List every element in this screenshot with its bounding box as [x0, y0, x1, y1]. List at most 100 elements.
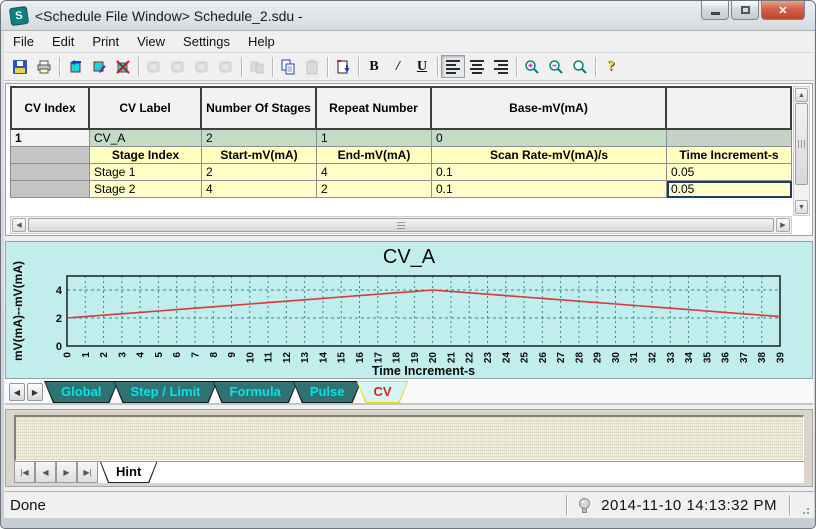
copy-button[interactable] [276, 55, 300, 78]
svg-text:4: 4 [56, 285, 63, 297]
minimize-button[interactable] [701, 1, 729, 20]
stage-header-index: Stage Index [90, 147, 202, 164]
cv-repeat-cell[interactable]: 1 [317, 130, 432, 147]
cv-label-cell[interactable]: CV_A [90, 130, 202, 147]
cv-line-chart: 0240123456789101112131415161718192021222… [6, 242, 812, 378]
align-right-button[interactable] [489, 55, 513, 78]
resize-grip[interactable] [797, 502, 811, 516]
underline-button[interactable]: U [410, 55, 434, 78]
scroll-down-button[interactable]: ▼ [795, 200, 808, 214]
stage-2-name-cell[interactable]: Stage 2 [90, 181, 202, 198]
disabled-icon-1-button [142, 55, 166, 78]
status-bar: Done 2014-11-10 14:13:32 PM [4, 491, 814, 518]
tab-scroll-left-button[interactable]: ◀ [9, 383, 25, 401]
menu-help[interactable]: Help [239, 31, 284, 53]
svg-text:24: 24 [501, 352, 512, 364]
app-window: S <Schedule File Window> Schedule_2.sdu … [0, 0, 816, 529]
svg-text:Time Increment-s: Time Increment-s [372, 364, 475, 378]
svg-text:7: 7 [190, 352, 201, 358]
stage-2-rate-cell[interactable]: 0.1 [432, 181, 667, 198]
insert-row-after-button[interactable] [87, 55, 111, 78]
hint-prev-button[interactable]: ◀ [35, 462, 56, 483]
grid-horizontal-scrollbar[interactable]: ◀ ▶ [10, 216, 792, 234]
stage-1-start-cell[interactable]: 2 [202, 164, 317, 181]
svg-text:14: 14 [318, 352, 329, 364]
scroll-left-button[interactable]: ◀ [12, 218, 26, 232]
grid-vertical-scrollbar[interactable]: ▲ ▼ [793, 86, 810, 216]
hint-text-area [14, 415, 804, 461]
align-left-button[interactable] [441, 55, 465, 78]
zoom-out-icon [548, 59, 564, 75]
cv-stages-cell[interactable]: 2 [202, 130, 317, 147]
hint-tab[interactable]: Hint [100, 462, 157, 483]
menu-print[interactable]: Print [83, 31, 128, 53]
stage-2-rowheader[interactable] [10, 181, 90, 198]
italic-button[interactable]: / [386, 55, 410, 78]
maximize-button[interactable] [731, 1, 759, 20]
insert-row-before-button[interactable] [63, 55, 87, 78]
hint-first-button[interactable]: |◀ [14, 462, 35, 483]
zoom-in-button[interactable] [520, 55, 544, 78]
stage-1-rate-cell[interactable]: 0.1 [432, 164, 667, 181]
maximize-icon [741, 6, 750, 14]
menu-settings[interactable]: Settings [174, 31, 239, 53]
lightbulb-icon [577, 497, 592, 514]
menu-view[interactable]: View [128, 31, 174, 53]
hint-last-button[interactable]: ▶| [77, 462, 98, 483]
stage-2-end-cell[interactable]: 2 [317, 181, 432, 198]
toolbar-separator [324, 56, 331, 78]
menu-bar: File Edit Print View Settings Help [4, 31, 814, 53]
bold-icon: B [369, 60, 378, 74]
hint-next-button[interactable]: ▶ [56, 462, 77, 483]
svg-text:12: 12 [282, 352, 293, 364]
delete-row-icon [115, 59, 131, 75]
vertical-scroll-thumb[interactable] [795, 103, 808, 185]
insert-file-icon [335, 59, 351, 75]
svg-text:mV(mA)--mV(mA): mV(mA)--mV(mA) [11, 261, 25, 361]
svg-text:2: 2 [56, 313, 62, 325]
help-button[interactable]: ? [599, 55, 623, 78]
insert-row-after-icon [91, 59, 107, 75]
svg-text:4: 4 [136, 352, 147, 358]
menu-edit[interactable]: Edit [43, 31, 83, 53]
scroll-right-button[interactable]: ▶ [776, 218, 790, 232]
svg-text:29: 29 [593, 352, 604, 364]
align-center-button[interactable] [465, 55, 489, 78]
tab-scroll-right-button[interactable]: ▶ [27, 383, 43, 401]
title-bar[interactable]: S <Schedule File Window> Schedule_2.sdu … [1, 1, 816, 31]
tab-pulse[interactable]: Pulse [293, 381, 362, 403]
help-icon: ? [607, 59, 615, 74]
delete-row-button[interactable] [111, 55, 135, 78]
tab-cv-active[interactable]: CV [357, 381, 409, 403]
cv-base-cell[interactable]: 0 [432, 130, 667, 147]
print-button[interactable] [32, 55, 56, 78]
stage-1-end-cell[interactable]: 4 [317, 164, 432, 181]
insert-file-button[interactable] [331, 55, 355, 78]
save-button[interactable] [8, 55, 32, 78]
stage-1-time-cell[interactable]: 0.05 [667, 164, 792, 181]
tab-formula[interactable]: Formula [213, 381, 298, 403]
bold-button[interactable]: B [362, 55, 386, 78]
grid-header-row: CV Index CV Label Number Of Stages Repea… [10, 86, 792, 130]
tab-global[interactable]: Global [44, 381, 118, 403]
close-button[interactable]: ✕ [761, 1, 805, 20]
horizontal-scroll-thumb[interactable] [28, 218, 774, 232]
svg-text:15: 15 [337, 352, 348, 364]
align-left-icon [446, 60, 460, 74]
stage-2-start-cell[interactable]: 4 [202, 181, 317, 198]
cv-index-cell[interactable]: 1 [10, 130, 90, 147]
stage-2-time-cell-selected[interactable]: 0.05 [667, 181, 792, 198]
zoom-out-button[interactable] [544, 55, 568, 78]
stage-1-name-cell[interactable]: Stage 1 [90, 164, 202, 181]
svg-text:6: 6 [172, 352, 183, 358]
svg-text:8: 8 [209, 352, 220, 358]
transfer-disabled-button [245, 55, 269, 78]
zoom-reset-button[interactable] [568, 55, 592, 78]
disabled-icon-4 [218, 59, 234, 75]
scroll-up-button[interactable]: ▲ [795, 88, 808, 102]
menu-file[interactable]: File [4, 31, 43, 53]
minimize-icon [711, 12, 720, 15]
tab-step-limit[interactable]: Step / Limit [113, 381, 217, 403]
cv-extra-cell[interactable] [667, 130, 792, 147]
stage-1-rowheader[interactable] [10, 164, 90, 181]
